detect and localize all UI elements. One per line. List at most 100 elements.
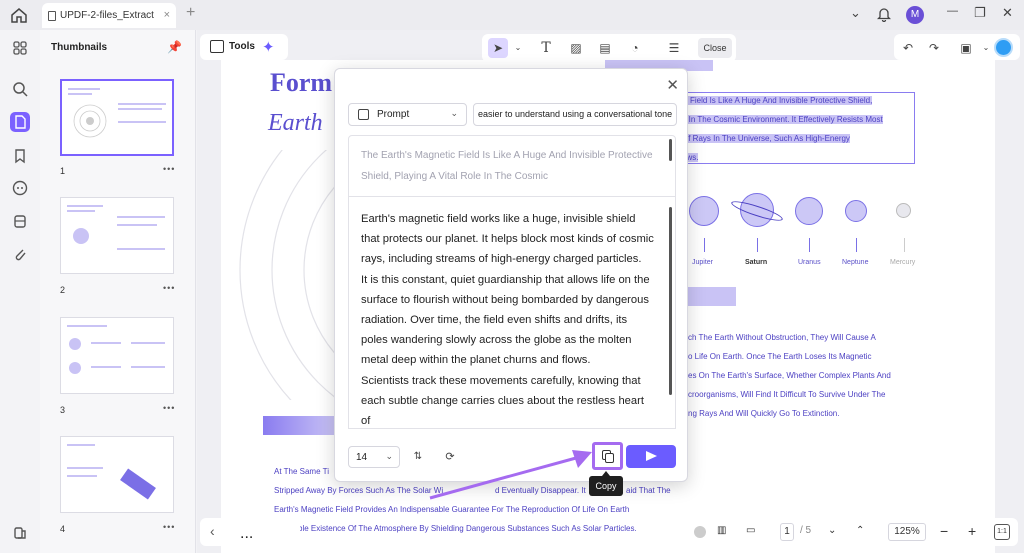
section-heading-bar (688, 287, 736, 306)
body-text-line: o Life On Earth. Once The Earth Loses It… (688, 352, 872, 361)
new-tab-icon[interactable]: + (186, 4, 195, 22)
avatar[interactable]: M (906, 6, 924, 24)
prompt-dropdown[interactable]: Prompt ⌄ (348, 103, 467, 126)
planet-mercury (896, 203, 911, 218)
page-layout-icon[interactable]: ▥ (717, 525, 726, 536)
image-tool-icon[interactable]: ▨ (566, 38, 586, 58)
orbit-graphic (73, 104, 107, 138)
thumbnail-page-4[interactable] (60, 436, 174, 513)
prompt-icon (358, 109, 369, 120)
ai-sparkle-icon[interactable]: ✦ (262, 38, 275, 56)
planet-stem (809, 238, 810, 252)
body-text-line: At The Same Ti (274, 467, 329, 476)
window-close-icon[interactable]: ✕ (1002, 5, 1013, 21)
zoom-level[interactable]: 125% (888, 523, 926, 541)
body-text-line: es On The Earth's Surface, Whether Compl… (688, 371, 891, 380)
chevron-down-icon[interactable]: ⌄ (850, 5, 861, 21)
selected-text-line: g In The Cosmic Environment. It Effectiv… (682, 115, 883, 124)
zoom-out-icon[interactable]: − (940, 523, 948, 539)
pointer-arrow-annotation (429, 450, 592, 500)
more-icon[interactable]: ... (240, 525, 253, 543)
collapse-icon[interactable] (694, 526, 706, 538)
font-size-dropdown[interactable]: 14 ⌄ (348, 446, 400, 468)
result-scrollbar[interactable] (669, 207, 672, 395)
redo-icon[interactable]: ↷ (924, 38, 944, 58)
thumbnail-page-2[interactable] (60, 197, 174, 274)
source-text-box[interactable]: The Earth's Magnetic Field Is Like A Hug… (348, 135, 676, 197)
font-size-value: 14 (356, 452, 368, 463)
attachment-icon[interactable] (10, 244, 30, 264)
text-case-icon[interactable]: ⇅ (409, 448, 427, 466)
planet-label: Mercury (890, 259, 916, 266)
left-tool-rail (0, 30, 40, 553)
planet-label: Uranus (798, 259, 821, 266)
planet-label: Jupiter (692, 259, 714, 266)
thumbnail-page-3[interactable] (60, 317, 174, 394)
planet-jupiter (689, 196, 719, 226)
page-down-icon[interactable]: ⌄ (828, 525, 836, 536)
edit-toolbar: ➤ ⌄ T ▨ ▤ ◔ ☰ Close (482, 34, 736, 62)
page-subtitle: Earth (268, 110, 323, 136)
tools-button[interactable]: Tools ✦ (200, 34, 288, 60)
thumbnail-more-icon[interactable]: ••• (163, 164, 175, 174)
document-icon (48, 11, 56, 21)
thumbnails-title: Thumbnails (51, 42, 108, 53)
planet-stem (757, 238, 758, 252)
comment-icon[interactable]: ▭ (746, 525, 755, 536)
save-icon[interactable]: ▣ (956, 38, 976, 58)
body-text-line: Earth's Magnetic Field Provides An Indis… (274, 505, 630, 514)
close-edit-button[interactable]: Close (698, 38, 732, 58)
thumbnail-more-icon[interactable]: ••• (163, 522, 175, 532)
previous-icon[interactable]: ‹ (210, 523, 215, 539)
document-tab[interactable]: UPDF-2-files_Extract × (42, 3, 176, 28)
section-heading-bar (263, 416, 335, 435)
close-icon[interactable]: ✕ (666, 76, 679, 94)
ai-chat-icon[interactable] (10, 178, 30, 198)
thumbnail-page-number: 2 (60, 285, 66, 295)
thumbnail-more-icon[interactable]: ••• (163, 283, 175, 293)
page-title: Form (270, 68, 333, 97)
zoom-in-icon[interactable]: + (968, 523, 976, 539)
thumbnail-page-1[interactable] (60, 79, 174, 156)
copy-icon-front (605, 453, 614, 463)
chevron-down-icon[interactable]: ⌄ (508, 38, 528, 58)
restore-icon[interactable]: ❐ (974, 5, 986, 21)
reader-icon[interactable] (10, 112, 30, 132)
result-text: Earth's magnetic field works like a huge… (361, 213, 654, 428)
body-text-line: Stripped Away By Forces Such As The Sola… (274, 486, 444, 495)
chevron-down-icon[interactable]: ⌄ (976, 38, 996, 58)
notification-bell-icon[interactable] (877, 6, 891, 22)
search-icon[interactable] (10, 79, 30, 99)
minimize-icon[interactable]: — (947, 5, 958, 17)
tab-title: UPDF-2-files_Extract (60, 10, 154, 21)
undo-icon[interactable]: ↶ (898, 38, 918, 58)
link-tool-icon[interactable]: ▤ (595, 38, 615, 58)
status-bar: ▥ ▭ 1 / 5 ⌄ ⌃ 125% − + 1:1 (688, 518, 1018, 546)
shape-tool-icon[interactable]: ◔ (625, 38, 645, 58)
source-scrollbar[interactable] (669, 139, 672, 161)
body-text-line: croorganisms, Will Find It Difficult To … (688, 390, 886, 399)
pin-icon[interactable]: 📌 (167, 40, 182, 54)
thumbnail-more-icon[interactable]: ••• (163, 403, 175, 413)
bookmark-icon[interactable] (10, 146, 30, 166)
planet-neptune (845, 200, 867, 222)
selected-text-line: ic Field Is Like A Huge And Invisible Pr… (682, 96, 873, 105)
select-arrow-icon[interactable]: ➤ (488, 38, 508, 58)
grid-icon[interactable] (10, 38, 30, 58)
result-text-box[interactable]: Earth's magnetic field works like a huge… (348, 197, 676, 429)
actual-size-icon[interactable]: 1:1 (994, 524, 1010, 540)
prompt-input[interactable]: easier to understand using a conversatio… (473, 103, 677, 126)
send-button[interactable] (626, 445, 676, 468)
text-tool-icon[interactable]: T (536, 38, 556, 58)
page-number-input[interactable]: 1 (780, 523, 794, 541)
updf-ai-icon[interactable] (994, 38, 1013, 57)
tab-close-icon[interactable]: × (164, 9, 170, 21)
database-icon[interactable] (10, 211, 30, 231)
right-toolbar: ↶ ↷ ▣ ⌄ (894, 34, 1020, 60)
layers-icon[interactable] (10, 523, 30, 543)
home-icon[interactable] (8, 5, 30, 25)
page-up-icon[interactable]: ⌃ (856, 525, 864, 536)
orbit-rings-graphic (239, 150, 334, 400)
page-total: / 5 (800, 525, 812, 536)
settings-sliders-icon[interactable]: ☰ (664, 38, 684, 58)
